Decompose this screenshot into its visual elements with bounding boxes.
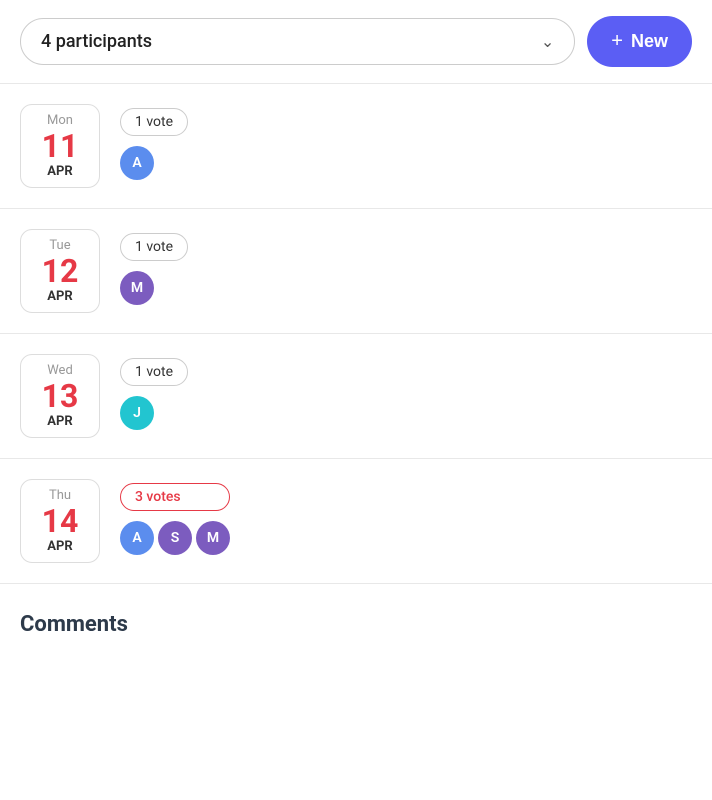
date-row: Wed 13 APR 1 vote J <box>0 334 712 459</box>
date-card: Tue 12 APR <box>20 229 100 313</box>
date-row: Thu 14 APR 3 votes ASM <box>0 459 712 584</box>
avatars: ASM <box>120 521 230 555</box>
avatar: A <box>120 146 154 180</box>
participants-dropdown[interactable]: 4 participants ⌄ <box>20 18 575 65</box>
avatar: S <box>158 521 192 555</box>
vote-info: 1 vote A <box>120 104 188 180</box>
vote-badge: 3 votes <box>120 483 230 511</box>
avatar: M <box>196 521 230 555</box>
date-row: Mon 11 APR 1 vote A <box>0 84 712 209</box>
participants-label: 4 participants <box>41 31 152 52</box>
vote-info: 1 vote J <box>120 354 188 430</box>
avatars: M <box>120 271 188 305</box>
comments-heading: Comments <box>20 612 692 637</box>
date-card: Mon 11 APR <box>20 104 100 188</box>
new-button[interactable]: + New <box>587 16 692 67</box>
month-name: APR <box>31 539 89 554</box>
month-name: APR <box>31 414 89 429</box>
vote-info: 3 votes ASM <box>120 479 230 555</box>
month-name: APR <box>31 164 89 179</box>
day-name: Mon <box>31 113 89 128</box>
vote-badge: 1 vote <box>120 233 188 261</box>
header: 4 participants ⌄ + New <box>0 0 712 83</box>
chevron-down-icon: ⌄ <box>541 32 554 51</box>
avatars: J <box>120 396 188 430</box>
date-card: Thu 14 APR <box>20 479 100 563</box>
plus-icon: + <box>611 30 623 53</box>
avatars: A <box>120 146 188 180</box>
avatar: A <box>120 521 154 555</box>
new-button-label: New <box>631 31 668 52</box>
avatar: J <box>120 396 154 430</box>
vote-info: 1 vote M <box>120 229 188 305</box>
avatar: M <box>120 271 154 305</box>
date-rows: Mon 11 APR 1 vote A Tue 12 APR 1 vote M Wed 13 APR 1 … <box>0 83 712 584</box>
day-number: 12 <box>31 255 89 287</box>
date-row: Tue 12 APR 1 vote M <box>0 209 712 334</box>
vote-badge: 1 vote <box>120 358 188 386</box>
date-card: Wed 13 APR <box>20 354 100 438</box>
day-number: 13 <box>31 380 89 412</box>
day-name: Tue <box>31 238 89 253</box>
day-number: 14 <box>31 505 89 537</box>
month-name: APR <box>31 289 89 304</box>
day-name: Thu <box>31 488 89 503</box>
day-name: Wed <box>31 363 89 378</box>
vote-badge: 1 vote <box>120 108 188 136</box>
comments-section: Comments <box>0 584 712 657</box>
day-number: 11 <box>31 130 89 162</box>
